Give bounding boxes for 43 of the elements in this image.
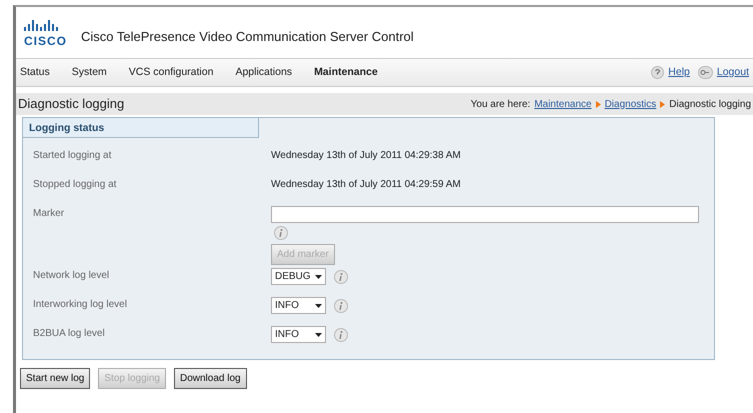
nav-tab[interactable]: Maintenance	[314, 64, 378, 80]
info-icon[interactable]	[274, 226, 288, 240]
nav-tab[interactable]: Applications	[235, 64, 292, 80]
field-label: Interworking log level	[32, 298, 128, 312]
help-link[interactable]: Help	[668, 64, 690, 80]
info-icon[interactable]	[334, 270, 348, 284]
select-value: INFO	[275, 299, 299, 313]
field-value: Wednesday 13th of July 2011 04:29:38 AM	[271, 149, 461, 163]
caret-icon	[315, 304, 322, 308]
logo-bars-icon	[24, 20, 58, 30]
level-select[interactable]: DEBUG	[271, 268, 326, 285]
logo-text: CISCO	[24, 34, 68, 46]
field-label: B2BUA log level	[32, 327, 106, 341]
nav-tab[interactable]: VCS configuration	[128, 64, 214, 80]
caret-icon	[315, 274, 322, 278]
action-button[interactable]: Start new log	[20, 368, 90, 389]
breadcrumb-item: Diagnostic logging	[669, 98, 751, 112]
logout-link[interactable]: Logout	[716, 64, 749, 80]
select-value: DEBUG	[275, 270, 311, 284]
select-value: INFO	[275, 328, 299, 342]
info-icon[interactable]	[334, 298, 348, 312]
field-label: Started logging at	[32, 149, 112, 163]
level-select[interactable]: INFO	[271, 297, 326, 314]
page-title: Diagnostic logging	[18, 95, 124, 114]
field-value: Wednesday 13th of July 2011 04:29:59 AM	[271, 178, 461, 192]
arrow-icon	[596, 100, 601, 108]
field-label: Marker	[32, 207, 66, 221]
key-icon[interactable]	[698, 66, 713, 79]
arrow-icon	[660, 100, 666, 108]
level-select[interactable]: INFO	[271, 326, 326, 343]
help-icon[interactable]	[651, 66, 664, 79]
caret-icon	[315, 332, 322, 336]
field-label: Network log level	[32, 269, 110, 283]
app-title: Cisco TelePresence Video Communication Server Control	[81, 28, 414, 46]
nav-tab[interactable]: System	[72, 64, 107, 80]
marker-field[interactable]	[271, 206, 699, 223]
nav-tab[interactable]: Status	[20, 64, 50, 80]
breadcrumb-label: You are here:	[470, 98, 530, 112]
action-button[interactable]: Download log	[174, 368, 247, 389]
breadcrumb-item[interactable]: Diagnostics	[604, 96, 656, 112]
breadcrumb-item[interactable]: Maintenance	[534, 96, 592, 112]
info-icon[interactable]	[334, 328, 348, 342]
field-label: Stopped logging at	[32, 178, 118, 192]
